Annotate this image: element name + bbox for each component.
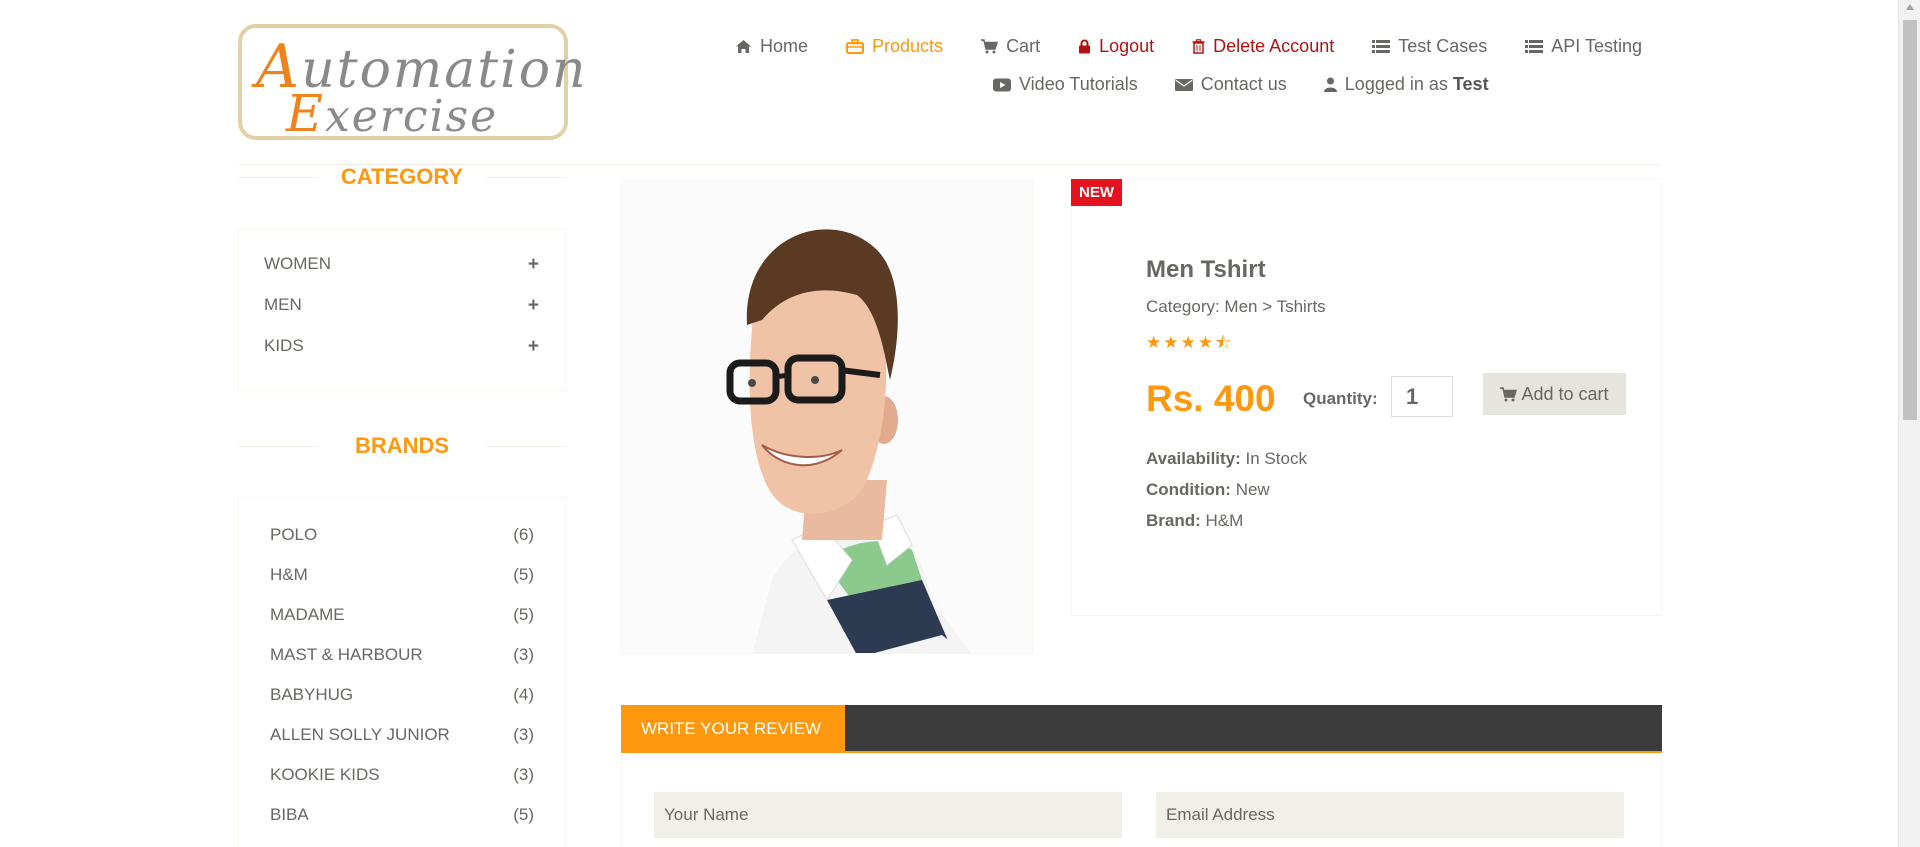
- product-category: Category: Men > Tshirts: [1146, 297, 1326, 316]
- brand-item[interactable]: POLO (6): [270, 525, 534, 565]
- list-icon: [1372, 40, 1391, 53]
- nav-api-testing[interactable]: API Testing: [1525, 36, 1642, 57]
- brand-item[interactable]: BIBA (5): [270, 805, 534, 845]
- new-badge: NEW: [1071, 179, 1122, 206]
- add-to-cart-button[interactable]: Add to cart: [1483, 373, 1626, 415]
- briefcase-icon: [846, 39, 865, 54]
- category-title: CATEGORY: [238, 164, 566, 190]
- nav-delete-account[interactable]: Delete Account: [1192, 36, 1334, 57]
- brands-panel: POLO (6) H&M (5) MADAME (5) MAST & HARBOUR(…: [238, 497, 566, 847]
- user-icon: [1323, 77, 1337, 92]
- nav-cart[interactable]: Cart: [981, 36, 1040, 57]
- quantity-label: Quantity:: [1303, 389, 1378, 408]
- availability-info: Availability: In Stock: [1146, 449, 1307, 468]
- review-email-input[interactable]: [1156, 792, 1624, 838]
- brand-item[interactable]: MAST & HARBOUR (3): [270, 645, 534, 685]
- condition-info: Condition: New: [1146, 480, 1270, 499]
- quantity-input[interactable]: [1391, 376, 1453, 417]
- nav-test-cases[interactable]: Test Cases: [1372, 36, 1487, 57]
- youtube-play-icon: [993, 78, 1011, 91]
- plus-icon[interactable]: +: [528, 254, 539, 295]
- category-panel: WOMEN + MEN + KIDS +: [238, 228, 566, 391]
- secondary-nav: Video Tutorials Contact us Logged in as T…: [993, 74, 1526, 95]
- plus-icon[interactable]: +: [528, 336, 539, 377]
- scrollbar-thumb[interactable]: [1903, 20, 1917, 420]
- plus-icon[interactable]: +: [528, 295, 539, 336]
- cart-icon: [1500, 386, 1518, 401]
- lock-icon: [1079, 39, 1091, 54]
- logged-in-status: Logged in as Test: [1323, 74, 1489, 95]
- product-photo: [622, 180, 1032, 653]
- nav-video-tutorials[interactable]: Video Tutorials: [993, 74, 1138, 95]
- rating-stars: ★★★★⯪: [1146, 333, 1234, 352]
- brand-item[interactable]: ALLEN SOLLY JUNIOR (3): [270, 725, 534, 765]
- home-icon: [736, 40, 751, 53]
- cart-icon: [981, 39, 999, 54]
- brand-item[interactable]: BABYHUG (4): [270, 685, 534, 725]
- category-item-women[interactable]: WOMEN +: [264, 254, 539, 295]
- scroll-up-arrow-icon[interactable]: [1906, 4, 1914, 10]
- site-logo[interactable]: Automation Exercise: [238, 24, 586, 143]
- brand-item[interactable]: MADAME (5): [270, 605, 534, 645]
- nav-logout[interactable]: Logout: [1078, 36, 1154, 57]
- brand-item[interactable]: KOOKIE KIDS (3): [270, 765, 534, 805]
- brands-title: BRANDS: [238, 433, 566, 459]
- list-icon: [1525, 40, 1544, 53]
- review-tab-bar: Write Your Review: [621, 705, 1662, 753]
- product-price: Rs. 400: [1146, 378, 1276, 419]
- nav-contact-us[interactable]: Contact us: [1174, 74, 1287, 95]
- nav-home[interactable]: Home: [735, 36, 808, 57]
- envelope-icon: [1174, 78, 1193, 91]
- main-nav: Home Products Cart Logout Delete Account…: [697, 36, 1642, 57]
- page-scrollbar[interactable]: [1898, 0, 1920, 847]
- tab-write-review[interactable]: Write Your Review: [621, 705, 845, 753]
- trash-icon: [1192, 39, 1205, 54]
- category-item-men[interactable]: MEN +: [264, 295, 539, 336]
- category-item-kids[interactable]: KIDS +: [264, 336, 539, 377]
- review-name-input[interactable]: [654, 792, 1122, 838]
- brand-item[interactable]: H&M (5): [270, 565, 534, 605]
- product-name: Men Tshirt: [1146, 256, 1266, 283]
- nav-products[interactable]: Products: [846, 36, 943, 57]
- product-image: [621, 179, 1033, 654]
- brand-info: Brand: H&M: [1146, 511, 1244, 530]
